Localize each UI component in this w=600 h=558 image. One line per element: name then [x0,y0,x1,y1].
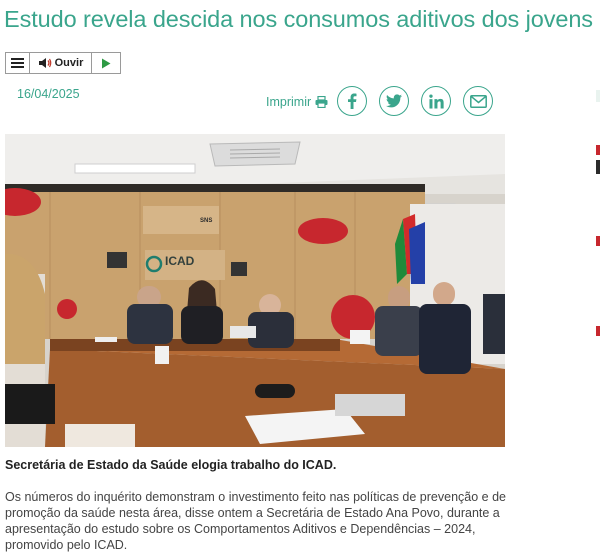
email-icon [469,94,487,108]
speaker-icon [38,58,51,68]
share-email-button[interactable] [463,86,493,116]
printer-icon [315,96,328,108]
share-linkedin-button[interactable] [421,86,451,116]
facebook-icon [348,93,357,109]
share-facebook-button[interactable] [337,86,367,116]
image-caption: Secretária de Estado da Saúde elogia tra… [5,458,337,472]
hamburger-icon [11,58,24,68]
player-menu-button[interactable] [6,53,30,73]
article-title: Estudo revela descida nos consumos aditi… [4,6,593,32]
wall-text-icad: ICAD [165,254,195,268]
meeting-photo-illustration: ICAD SNS [5,134,505,447]
listen-button[interactable]: Ouvir [30,53,92,73]
article-date: 16/04/2025 [17,87,80,101]
linkedin-icon [428,93,444,109]
twitter-icon [386,94,402,108]
share-twitter-button[interactable] [379,86,409,116]
article-photo: ICAD SNS [5,134,505,447]
article-body: Os números do inquérito demonstram o inv… [5,490,506,552]
audio-player: Ouvir [5,52,121,74]
wall-text-sns: SNS [200,218,212,224]
sidebar-fragment [596,326,600,336]
play-button[interactable] [92,53,120,73]
listen-label: Ouvir [54,57,84,69]
print-button[interactable]: Imprimir [266,95,328,109]
play-icon [102,58,111,68]
sidebar-fragment [596,236,600,246]
print-label: Imprimir [266,95,312,109]
sidebar-fragment [596,145,600,155]
sidebar-fragment [596,160,600,174]
sidebar-fragment [596,90,600,102]
